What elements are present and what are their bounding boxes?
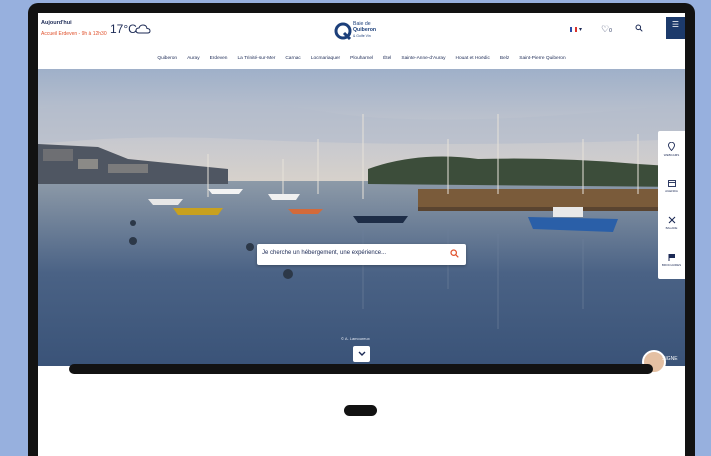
favorites-count: 0 [609,28,612,34]
nav-item-auray[interactable]: Auray [187,56,200,61]
nav-item-carnac[interactable]: Carnac [285,56,300,61]
french-flag-icon [570,27,577,32]
carousel-indicator[interactable] [344,405,377,416]
today-label[interactable]: Aujourd'hui [41,20,72,26]
bike-icon [668,216,675,224]
tool-agenda[interactable]: AGENDA [658,168,685,204]
hero-search-input[interactable]: Je cherche un hébergement, une expérienc… [262,250,386,256]
calendar-icon [667,180,676,187]
site-header: Aujourd'hui Accueil Erdeven - 9h à 12h30… [38,13,685,69]
tool-brochures[interactable]: BROCHURES [658,242,685,278]
nav-item-la-trinite[interactable]: La Trinité-sur-Mer [237,56,275,61]
tool-label: BALADE [665,226,678,230]
tool-label: BROCHURES [661,263,682,267]
tool-balade[interactable]: BALADE [658,205,685,241]
chat-label[interactable]: SIGNE [662,356,678,362]
logo-line-3: & Golfe Vin [353,34,371,38]
opening-hours: Accueil Erdeven - 9h à 12h30 [41,31,107,37]
language-selector[interactable]: ▾ [570,26,582,33]
website-screen: Aujourd'hui Accueil Erdeven - 9h à 12h30… [38,13,685,456]
hero-harbor-photo [38,69,685,366]
nav-item-plouharnel[interactable]: Plouharnel [350,56,373,61]
nav-item-etel[interactable]: Étel [383,56,391,61]
temperature: 17°C [110,22,137,36]
chevron-down-icon [358,351,365,356]
tool-label: AGENDA [665,189,678,193]
cloud-icon [135,24,151,34]
hamburger-icon: ☰ [671,20,680,29]
heart-icon: ♡ [601,24,610,34]
nav-item-quiberon[interactable]: Quiberon [157,56,177,61]
horizontal-scrollbar[interactable] [69,364,653,374]
photo-credit: © A. Lamoureux [341,336,370,341]
nav-item-sainte-anne[interactable]: Sainte-Anne-d'Auray [401,56,445,61]
tool-webcams[interactable]: WEBCAMS [658,131,685,167]
nav-item-locmariaquer[interactable]: Locmariaquer [311,56,340,61]
side-toolbar: WEBCAMS AGENDA BALADE BROCHURES [658,131,685,279]
nav-item-erdeven[interactable]: Erdeven [210,56,228,61]
flag-icon [668,254,675,261]
search-icon[interactable] [635,24,643,32]
search-icon[interactable] [450,249,459,258]
location-pin-icon [668,141,675,151]
favorites-button[interactable]: ♡0 [601,24,612,35]
logo-text: Baie de Quiberon & Golfe Vin [353,21,376,39]
tool-label: WEBCAMS [663,152,680,157]
nav-item-saint-pierre[interactable]: Saint-Pierre Quiberon [519,56,565,61]
nav-item-belz[interactable]: Belz [500,56,509,61]
chevron-down-icon: ▾ [579,27,583,33]
scroll-down-button[interactable] [353,346,370,362]
city-nav: Quiberon Auray Erdeven La Trinité-sur-Me… [38,56,685,61]
nav-item-houat-hoedic[interactable]: Houat et Hoëdic [456,56,490,61]
menu-button[interactable]: ☰ [666,17,685,39]
